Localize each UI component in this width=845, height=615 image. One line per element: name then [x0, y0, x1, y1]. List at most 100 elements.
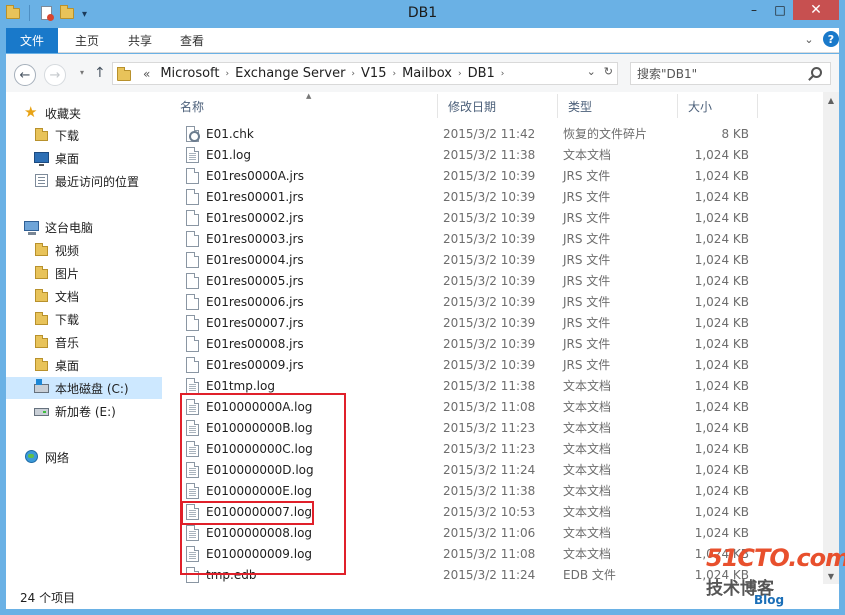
sidebar-item-downloads[interactable]: 下载	[6, 124, 162, 146]
table-row[interactable]: E01res00007.jrs 2015/3/2 10:39 JRS 文件 1,024…	[170, 312, 825, 333]
sidebar-item-recent-places[interactable]: 最近访问的位置	[6, 170, 162, 192]
breadcrumb-microsoft[interactable]: Microsoft	[156, 66, 223, 81]
file-icon	[186, 314, 199, 331]
sidebar-item-videos[interactable]: 视频	[6, 239, 162, 261]
column-header-type[interactable]: 类型	[558, 94, 678, 118]
highlight-box-oldest-log	[181, 501, 314, 525]
chevron-right-icon[interactable]: ›	[456, 69, 464, 79]
sidebar-item-pc-downloads[interactable]: 下载	[6, 308, 162, 330]
table-row[interactable]: E01res00006.jrs 2015/3/2 10:39 JRS 文件 1,024…	[170, 291, 825, 312]
file-icon	[186, 272, 199, 289]
content-area: ★ 收藏夹 下载 桌面 最近访问的位置 这台电脑 视频 图片 文档 下载 音乐 …	[6, 92, 839, 584]
table-row[interactable]: E01res00009.jrs 2015/3/2 10:39 JRS 文件 1,024…	[170, 354, 825, 375]
file-date-cell: 2015/3/2 10:39	[443, 357, 536, 372]
chevron-right-icon[interactable]: ›	[224, 69, 232, 79]
column-header-name[interactable]: 名称	[170, 94, 438, 118]
sidebar-item-pictures[interactable]: 图片	[6, 262, 162, 284]
sidebar-item-pc-desktop[interactable]: 桌面	[6, 354, 162, 376]
forward-button[interactable]: →	[44, 64, 66, 86]
sidebar-item-local-disk-c[interactable]: 本地磁盘 (C:)	[6, 377, 162, 399]
table-row[interactable]: E01res0000A.jrs 2015/3/2 10:39 JRS 文件 1,024…	[170, 165, 825, 186]
file-name: E01res00005.jrs	[206, 273, 304, 288]
tab-file[interactable]: 文件	[6, 28, 58, 53]
breadcrumb-overflow[interactable]: «	[137, 67, 156, 81]
documents-folder-icon	[34, 288, 50, 304]
explorer-window: ▾ DB1 – □ ✕ 文件 主页 共享 查看 ⌄ ? ← → ▾ ↑ « Mi…	[0, 0, 845, 615]
back-button[interactable]: ←	[14, 64, 36, 86]
file-name-cell: E01res0000A.jrs	[186, 167, 305, 184]
address-actions: ⌄ ↻	[587, 65, 613, 78]
breadcrumb-db1[interactable]: DB1	[464, 66, 499, 81]
chevron-right-icon[interactable]: ›	[499, 69, 507, 79]
file-name: E01res00009.jrs	[206, 357, 304, 372]
videos-folder-icon	[34, 242, 50, 258]
column-header-date[interactable]: 修改日期	[438, 94, 558, 118]
file-name: E01res0000A.jrs	[206, 168, 305, 183]
file-type-cell: 文本文档	[563, 421, 612, 435]
file-size-cell: 1,024 KB	[694, 273, 749, 288]
file-size-cell: 1,024 KB	[694, 462, 749, 477]
star-icon: ★	[24, 103, 38, 121]
sidebar-item-label: 本地磁盘 (C:)	[55, 381, 129, 396]
chevron-right-icon[interactable]: ›	[349, 69, 357, 79]
item-count: 24 个项目	[20, 591, 76, 605]
address-bar[interactable]: « Microsoft › Exchange Server › V15 › Ma…	[112, 62, 618, 85]
scroll-up-icon[interactable]: ▲	[823, 92, 839, 108]
file-type-cell: JRS 文件	[563, 295, 611, 309]
breadcrumb-mailbox[interactable]: Mailbox	[398, 66, 456, 81]
sidebar-item-this-pc[interactable]: 这台电脑	[6, 216, 162, 238]
sidebar-item-label: 视频	[55, 243, 80, 258]
scroll-down-icon[interactable]: ▼	[823, 568, 839, 584]
table-row[interactable]: E01res00008.jrs 2015/3/2 10:39 JRS 文件 1,024…	[170, 333, 825, 354]
file-size-cell: 1,024 KB	[694, 231, 749, 246]
table-row[interactable]: E01res00005.jrs 2015/3/2 10:39 JRS 文件 1,024…	[170, 270, 825, 291]
desktop-folder-icon	[34, 357, 50, 373]
navigation-bar: ← → ▾ ↑ « Microsoft › Exchange Server › …	[6, 54, 839, 92]
sidebar-item-favorites[interactable]: ★ 收藏夹	[6, 102, 162, 124]
file-date-cell: 2015/3/2 11:38	[443, 483, 536, 498]
expand-ribbon-icon[interactable]: ⌄	[801, 31, 817, 47]
file-type-cell: JRS 文件	[563, 337, 611, 351]
sidebar-item-music[interactable]: 音乐	[6, 331, 162, 353]
file-date-cell: 2015/3/2 11:42	[443, 126, 536, 141]
file-date-cell: 2015/3/2 11:23	[443, 441, 536, 456]
tab-share[interactable]: 共享	[128, 28, 152, 53]
table-row[interactable]: E01res00001.jrs 2015/3/2 10:39 JRS 文件 1,024…	[170, 186, 825, 207]
table-row[interactable]: E01res00004.jrs 2015/3/2 10:39 JRS 文件 1,024…	[170, 249, 825, 270]
table-row[interactable]: E01res00002.jrs 2015/3/2 10:39 JRS 文件 1,024…	[170, 207, 825, 228]
table-row[interactable]: E01res00003.jrs 2015/3/2 10:39 JRS 文件 1,024…	[170, 228, 825, 249]
tab-view[interactable]: 查看	[180, 28, 204, 53]
file-date-cell: 2015/3/2 11:06	[443, 525, 536, 540]
file-icon	[186, 293, 199, 310]
recent-locations-icon[interactable]: ▾	[80, 68, 84, 77]
table-row[interactable]: E01.log 2015/3/2 11:38 文本文档 1,024 KB	[170, 144, 825, 165]
search-icon[interactable]	[811, 67, 822, 78]
help-icon[interactable]: ?	[823, 31, 839, 47]
file-type-cell: 文本文档	[563, 379, 612, 393]
file-name-cell: E01res00003.jrs	[186, 230, 304, 247]
up-arrow-icon[interactable]: ↑	[94, 65, 106, 81]
sidebar-item-network[interactable]: 网络	[6, 446, 162, 468]
chevron-right-icon[interactable]: ›	[390, 69, 398, 79]
sidebar-item-label: 文档	[55, 289, 80, 304]
breadcrumb-exchange-server[interactable]: Exchange Server	[231, 66, 349, 81]
search-box[interactable]	[630, 62, 831, 85]
minimize-button[interactable]: –	[741, 0, 767, 20]
tab-home[interactable]: 主页	[75, 28, 99, 53]
sidebar-item-documents[interactable]: 文档	[6, 285, 162, 307]
file-icon	[186, 167, 199, 184]
sidebar-item-new-volume-e[interactable]: 新加卷 (E:)	[6, 400, 162, 422]
sidebar-item-desktop[interactable]: 桌面	[6, 147, 162, 169]
address-dropdown-icon[interactable]: ⌄	[587, 65, 596, 78]
table-row[interactable]: E01.chk 2015/3/2 11:42 恢复的文件碎片 8 KB	[170, 123, 825, 144]
vertical-scrollbar[interactable]: ▲ ▼	[823, 92, 839, 584]
column-header-size[interactable]: 大小	[678, 94, 758, 118]
file-name-cell: E01.chk	[186, 125, 254, 142]
file-type-cell: JRS 文件	[563, 232, 611, 246]
close-button[interactable]: ✕	[793, 0, 839, 20]
search-input[interactable]	[637, 66, 807, 81]
breadcrumb-v15[interactable]: V15	[357, 66, 390, 81]
file-type-cell: 文本文档	[563, 505, 612, 519]
refresh-icon[interactable]: ↻	[604, 65, 613, 78]
maximize-button[interactable]: □	[767, 0, 793, 20]
